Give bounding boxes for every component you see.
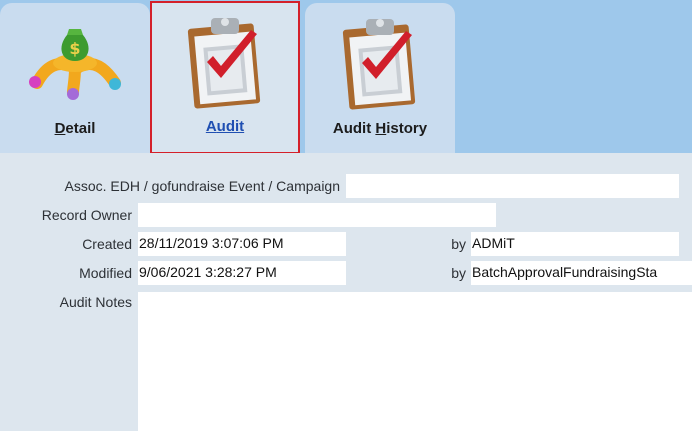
tab-audit-history-label: Audit History	[332, 120, 428, 137]
svg-text:$: $	[69, 39, 80, 58]
tab-detail-label: Detail	[54, 120, 96, 137]
clipboard-check-icon	[342, 19, 416, 110]
tab-bar: $ Detail Audit Audit History	[0, 0, 692, 154]
audit-notes-field[interactable]	[138, 292, 692, 431]
tab-audit-label: Audit	[205, 118, 245, 135]
clipboard-check-icon	[187, 18, 261, 109]
created-label: Created	[82, 236, 132, 252]
money-bag-hand-icon: $	[29, 29, 121, 100]
modified-field[interactable]: 9/06/2021 3:28:27 PM	[138, 261, 346, 285]
created-by-label: by	[451, 236, 466, 252]
modified-by-field[interactable]: BatchApprovalFundraisingSta	[471, 261, 692, 285]
created-field[interactable]: 28/11/2019 3:07:06 PM	[138, 232, 346, 256]
tab-audit-history[interactable]: Audit History	[305, 3, 455, 153]
assoc-field[interactable]	[346, 174, 679, 198]
created-by-field[interactable]: ADMiT	[471, 232, 679, 256]
audit-form: Assoc. EDH / gofundraise Event / Campaig…	[0, 153, 692, 431]
tab-detail[interactable]: $ Detail	[0, 3, 150, 153]
record-owner-label: Record Owner	[41, 207, 132, 223]
audit-notes-label: Audit Notes	[59, 294, 132, 310]
modified-label: Modified	[79, 265, 132, 281]
modified-by-label: by	[451, 265, 466, 281]
record-owner-field[interactable]	[138, 203, 496, 227]
tab-audit[interactable]: Audit	[150, 1, 300, 154]
assoc-label: Assoc. EDH / gofundraise Event / Campaig…	[64, 178, 340, 194]
